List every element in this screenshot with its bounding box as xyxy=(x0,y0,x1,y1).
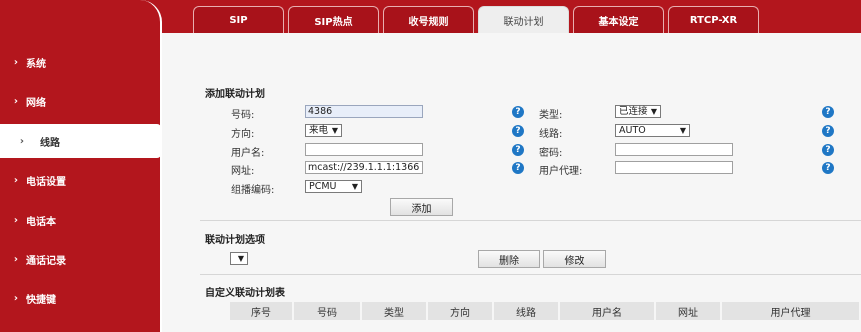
number-field[interactable]: 4386 xyxy=(305,105,423,118)
url-label: 网址: xyxy=(231,166,255,177)
question-icon[interactable]: ? xyxy=(822,144,834,156)
question-icon[interactable]: ? xyxy=(822,106,834,118)
codec-label: 组播编码: xyxy=(231,185,275,196)
dropdown-arrow-icon: ▼ xyxy=(331,126,338,135)
sidebar-item-label: 电话设置 xyxy=(26,176,66,188)
user-agent-field[interactable] xyxy=(615,161,733,174)
username-field[interactable] xyxy=(305,143,423,156)
tab-sip-hotspot[interactable]: SIP热点 xyxy=(288,6,379,33)
table-header-cell: 用户代理 xyxy=(722,302,861,320)
codec-select[interactable]: PCMU ▼ xyxy=(305,180,362,193)
plan-select[interactable]: ▼ xyxy=(230,252,248,265)
chevron-right-icon: › xyxy=(13,56,18,68)
table-header-cell: 类型 xyxy=(362,302,428,320)
dropdown-arrow-icon: ▼ xyxy=(351,182,358,191)
sidebar-item-phonebook[interactable]: › 电话本 xyxy=(0,203,160,237)
modify-button[interactable]: 修改 xyxy=(543,250,606,268)
sidebar: › 系统 › 网络 › 线路 › 电话设置 › 电话本 › 通话记录 › 快捷键 xyxy=(0,0,162,332)
question-icon[interactable]: ? xyxy=(512,144,524,156)
password-field[interactable] xyxy=(615,143,733,156)
tab-basic-settings[interactable]: 基本设定 xyxy=(573,6,664,33)
direction-select-value: 来电 xyxy=(309,125,329,136)
chevron-right-icon: › xyxy=(13,95,18,107)
question-icon[interactable]: ? xyxy=(512,125,524,137)
codec-select-value: PCMU xyxy=(309,181,337,192)
sidebar-item-label: 系统 xyxy=(26,58,46,70)
section-title-plan-table: 自定义联动计划表 xyxy=(205,288,285,299)
table-header-cell: 线路 xyxy=(494,302,560,320)
chevron-right-icon: › xyxy=(13,174,18,186)
sidebar-item-label: 通话记录 xyxy=(26,255,66,267)
sidebar-item-phone-settings[interactable]: › 电话设置 xyxy=(0,163,160,197)
section-title-add-plan: 添加联动计划 xyxy=(205,89,265,100)
sidebar-item-shortcuts[interactable]: › 快捷键 xyxy=(0,281,160,315)
sidebar-item-label: 线路 xyxy=(40,137,60,149)
chevron-right-icon: › xyxy=(13,253,18,265)
app-window: SIP SIP热点 收号规则 联动计划 基本设定 RTCP-XR › 系统 › … xyxy=(0,0,861,332)
direction-select[interactable]: 来电 ▼ xyxy=(305,124,342,137)
sidebar-item-label: 网络 xyxy=(26,97,46,109)
dropdown-arrow-icon: ▼ xyxy=(679,126,686,135)
direction-label: 方向: xyxy=(231,129,255,140)
username-label: 用户名: xyxy=(231,148,265,159)
table-header-cell: 用户名 xyxy=(560,302,656,320)
main-content: 添加联动计划 号码: 4386 ? 类型: 已连接 ▼ ? 方向: 来电 ▼ ?… xyxy=(164,33,861,332)
question-icon[interactable]: ? xyxy=(512,106,524,118)
type-select-value: 已连接 xyxy=(619,106,648,117)
question-icon[interactable]: ? xyxy=(822,162,834,174)
line-select[interactable]: AUTO ▼ xyxy=(615,124,690,137)
sidebar-item-system[interactable]: › 系统 xyxy=(0,45,160,79)
divider xyxy=(200,220,861,221)
number-label: 号码: xyxy=(231,110,255,121)
dropdown-arrow-icon: ▼ xyxy=(237,254,244,263)
sidebar-item-call-log[interactable]: › 通话记录 xyxy=(0,242,160,276)
table-header-cell: 号码 xyxy=(294,302,362,320)
line-label: 线路: xyxy=(539,129,563,140)
tab-dial-rules[interactable]: 收号规则 xyxy=(383,6,474,33)
url-field[interactable]: mcast://239.1.1.1:1366 xyxy=(305,161,423,174)
table-header-cell: 网址 xyxy=(656,302,722,320)
tab-sip[interactable]: SIP xyxy=(193,6,284,33)
user-agent-label: 用户代理: xyxy=(539,166,583,177)
question-icon[interactable]: ? xyxy=(822,125,834,137)
type-label: 类型: xyxy=(539,110,563,121)
type-select[interactable]: 已连接 ▼ xyxy=(615,105,661,118)
sidebar-item-label: 快捷键 xyxy=(26,294,56,306)
chevron-right-icon: › xyxy=(19,135,24,147)
sidebar-item-network[interactable]: › 网络 xyxy=(0,84,160,118)
divider xyxy=(200,274,861,275)
chevron-right-icon: › xyxy=(13,214,18,226)
tab-bar: SIP SIP热点 收号规则 联动计划 基本设定 RTCP-XR xyxy=(193,6,763,33)
line-select-value: AUTO xyxy=(619,125,646,136)
dropdown-arrow-icon: ▼ xyxy=(650,107,657,116)
add-button[interactable]: 添加 xyxy=(390,198,453,216)
chevron-right-icon: › xyxy=(13,292,18,304)
delete-button[interactable]: 删除 xyxy=(478,250,540,268)
section-title-options: 联动计划选项 xyxy=(205,235,265,246)
sidebar-item-line[interactable]: › 线路 xyxy=(0,124,161,158)
question-icon[interactable]: ? xyxy=(512,162,524,174)
table-header-row: 序号 号码 类型 方向 线路 用户名 网址 用户代理 xyxy=(230,302,861,320)
password-label: 密码: xyxy=(539,148,563,159)
table-header-cell: 方向 xyxy=(428,302,494,320)
sidebar-item-label: 电话本 xyxy=(26,216,56,228)
tab-rtcp-xr[interactable]: RTCP-XR xyxy=(668,6,759,33)
table-header-cell: 序号 xyxy=(230,302,294,320)
tab-linkage-plan[interactable]: 联动计划 xyxy=(478,6,569,33)
